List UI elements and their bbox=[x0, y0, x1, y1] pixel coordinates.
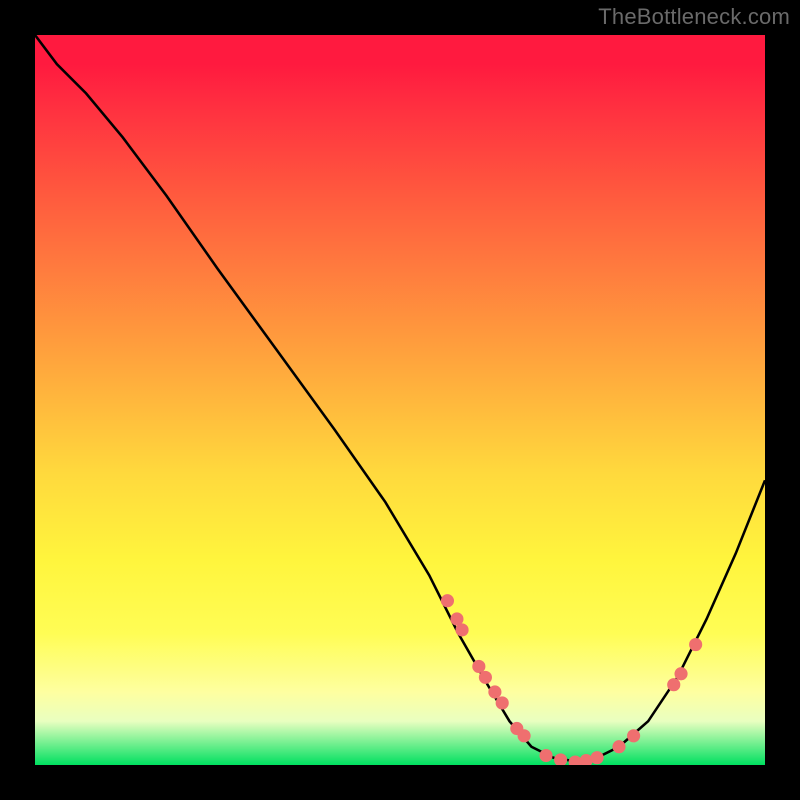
bottleneck-curve bbox=[35, 35, 765, 761]
scatter-dots bbox=[441, 594, 702, 765]
scatter-dot bbox=[612, 740, 625, 753]
plot-area bbox=[35, 35, 765, 765]
scatter-dot bbox=[689, 638, 702, 651]
scatter-dot bbox=[627, 729, 640, 742]
scatter-dot bbox=[455, 623, 468, 636]
scatter-dot bbox=[539, 749, 552, 762]
scatter-dot bbox=[554, 753, 567, 765]
scatter-dot bbox=[441, 594, 454, 607]
watermark-text: TheBottleneck.com bbox=[598, 4, 790, 30]
scatter-dot bbox=[496, 696, 509, 709]
scatter-dot bbox=[488, 685, 501, 698]
scatter-dot bbox=[580, 754, 593, 765]
scatter-dot bbox=[591, 751, 604, 764]
scatter-dot bbox=[472, 660, 485, 673]
chart-frame: TheBottleneck.com bbox=[0, 0, 800, 800]
scatter-dot bbox=[518, 729, 531, 742]
scatter-dot bbox=[667, 678, 680, 691]
scatter-dot bbox=[674, 667, 687, 680]
scatter-dot bbox=[479, 671, 492, 684]
chart-svg bbox=[35, 35, 765, 765]
